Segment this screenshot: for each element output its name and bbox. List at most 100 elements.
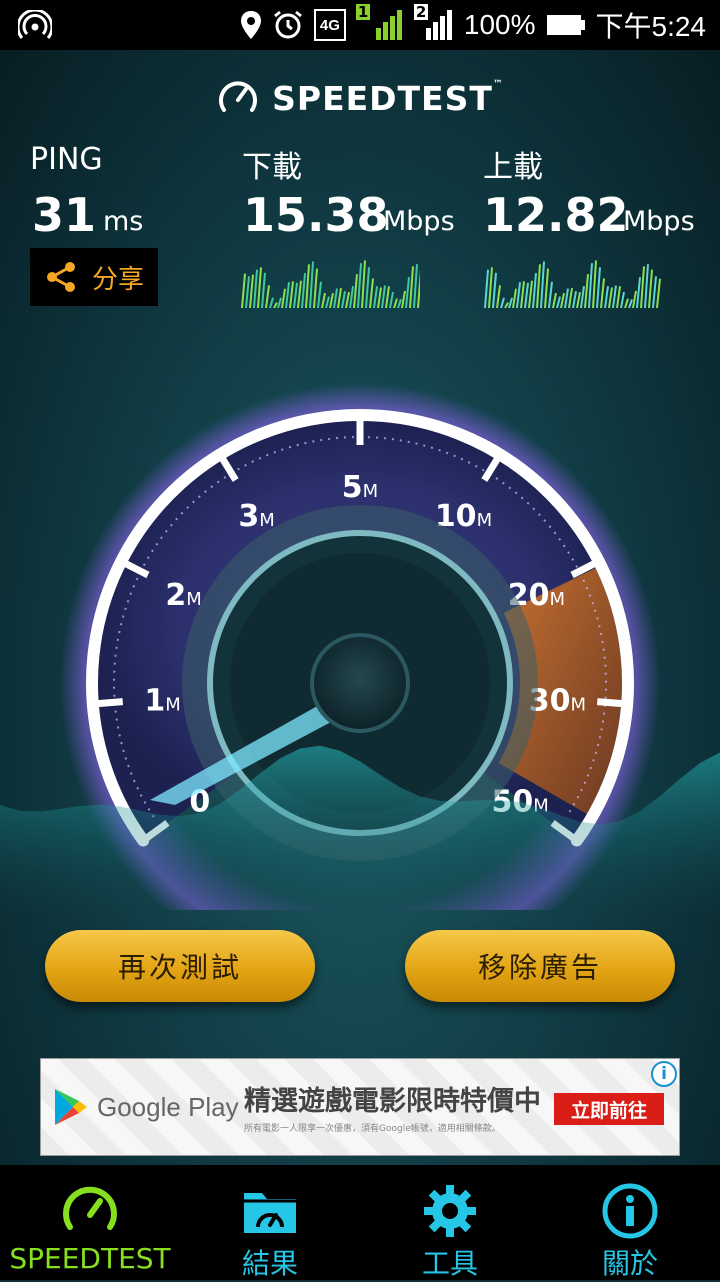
sparkline-bar (333, 288, 338, 308)
sparkline-bar (496, 285, 501, 308)
share-button[interactable]: 分享 (30, 248, 158, 306)
battery-icon (546, 15, 585, 35)
sparkline-bar (405, 277, 410, 308)
sparkline-bar (500, 297, 505, 308)
battery-percent: 100% (463, 9, 536, 40)
sparkline-bar (652, 276, 657, 308)
sparkline-bar (568, 287, 573, 308)
brand-name: SPEEDTEST™ (272, 78, 504, 118)
network-type-badge: 4G (313, 9, 346, 41)
ad-cta-button[interactable]: 立即前往 (554, 1093, 664, 1125)
gauge-needle-hub (310, 633, 410, 733)
google-play-icon (55, 1089, 87, 1125)
sparkline-bar (524, 282, 529, 308)
sparkline-bar (628, 299, 633, 308)
nav-label-tools: 工具 (421, 1247, 478, 1280)
sparkline-bar (552, 292, 557, 308)
sparkline-bar (265, 285, 270, 308)
nav-label-speedtest: SPEEDTEST (9, 1242, 171, 1275)
sparkline-bar (309, 261, 314, 308)
speedometer-icon (63, 1186, 117, 1230)
sparkline-bar (616, 286, 621, 308)
google-play-text: Google Play (97, 1091, 239, 1122)
sparkline-bar (528, 280, 533, 308)
sparkline-bar (269, 297, 274, 308)
sparkline-bar (540, 261, 545, 308)
sparkline-bar (277, 297, 282, 308)
sparkline-bar (508, 297, 513, 308)
ad-headline: 精選遊戲電影限時特價中 (244, 1086, 541, 1117)
bottom-nav: SPEEDTEST 結果 工具 關於 (0, 1165, 720, 1280)
info-icon (602, 1183, 658, 1239)
location-pin-icon (240, 11, 261, 39)
sparkline-bar (345, 291, 350, 308)
app-brand: SPEEDTEST™ (0, 76, 720, 120)
sparkline-bar (301, 273, 306, 308)
ad-info-icon[interactable]: i (651, 1061, 677, 1087)
sparkline-bar (337, 287, 342, 308)
speedtest-main-panel: SPEEDTEST™ PING 31 ms 分享 下載 15.38 Mbps 上… (0, 50, 720, 1165)
sparkline-bar (281, 288, 286, 308)
sparkline-bar (640, 266, 645, 308)
sparkline-bar (556, 296, 561, 308)
sparkline-bar (257, 267, 262, 308)
upload-label: 上載 (483, 150, 543, 185)
results-folder-icon (244, 1193, 296, 1233)
sparkline-bar (644, 264, 649, 308)
nav-item-results[interactable]: 結果 (180, 1165, 360, 1280)
sparkline-bar (341, 290, 346, 308)
sim1-signal-bars-icon (375, 10, 402, 40)
sparkline-bar (580, 286, 585, 308)
upload-sparkline (484, 260, 661, 308)
sparkline-bar (353, 274, 358, 308)
sim2-signal: 2 (413, 4, 454, 42)
sim2-signal-bars-icon (425, 10, 452, 40)
sparkline-bar (516, 282, 521, 308)
sparkline-bar (401, 290, 406, 308)
sparkline-bar (349, 286, 354, 308)
sparkline-bar (313, 268, 318, 308)
sparkline-bar (381, 285, 386, 308)
sparkline-bar (596, 267, 601, 308)
sparkline-bar (361, 260, 366, 308)
upload-unit: Mbps (623, 206, 695, 237)
download-label: 下載 (242, 150, 302, 185)
download-sparkline (241, 260, 420, 308)
sparkline-bar (504, 302, 509, 308)
speedometer-logo-icon (219, 81, 258, 112)
sparkline-bar (245, 276, 250, 308)
sparkline-bar (656, 278, 661, 308)
remove-ads-button[interactable]: 移除廣告 (405, 930, 675, 1002)
sparkline-bar (293, 282, 298, 308)
sparkline-bar (600, 278, 605, 308)
nav-item-tools[interactable]: 工具 (360, 1165, 540, 1280)
sparkline-bar (285, 282, 290, 308)
speed-gauge: 01M2M3M5M10M20M30M50M (0, 383, 720, 910)
sparkline-bar (325, 296, 330, 308)
share-label: 分享 (91, 264, 144, 295)
sparkline-bar (373, 286, 378, 308)
sparkline-bar (560, 292, 565, 308)
retest-button[interactable]: 再次測試 (45, 930, 315, 1002)
nav-item-speedtest[interactable]: SPEEDTEST (0, 1165, 180, 1280)
nav-item-about[interactable]: 關於 (540, 1165, 720, 1280)
sparkline-bar (492, 272, 497, 308)
sparkline-bar (253, 269, 258, 308)
sparkline-bar (321, 292, 326, 308)
sparkline-bar (393, 298, 398, 308)
sparkline-bar (572, 290, 577, 308)
ping-value: 31 (32, 188, 97, 242)
sparkline-bar (377, 287, 382, 308)
sparkline-bar (588, 263, 593, 308)
sparkline-bar (273, 302, 278, 308)
sparkline-bar (317, 281, 322, 308)
sparkline-bar (532, 273, 537, 308)
sparkline-bar (584, 274, 589, 308)
sparkline-bar (624, 298, 629, 308)
clock: 下午5:24 (595, 11, 707, 42)
ad-banner[interactable]: Google Play 精選遊戲電影限時特價中 所有電影一人限享一次優惠，須有G… (40, 1058, 680, 1156)
sparkline-bar (488, 267, 493, 308)
sparkline-bar (241, 273, 246, 308)
sparkline-bar (612, 285, 617, 308)
sparkline-bar (357, 263, 362, 308)
